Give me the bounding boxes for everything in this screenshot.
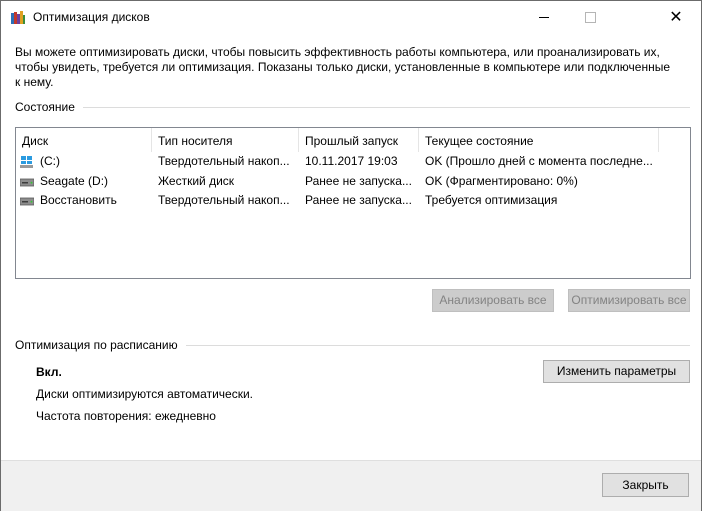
status-separator	[83, 107, 690, 108]
last-run: Ранее не запуска...	[305, 193, 412, 207]
schedule-section-label: Оптимизация по расписанию	[15, 338, 178, 352]
schedule-separator	[186, 345, 690, 346]
hard-drive-icon	[20, 178, 34, 187]
description-text: Вы можете оптимизировать диски, чтобы по…	[15, 45, 671, 89]
drive-row-recovery[interactable]: Восстановить Твердотельный накоп... Ране…	[16, 191, 690, 210]
drives-list[interactable]: Диск Тип носителя Прошлый запуск Текущее…	[15, 127, 691, 279]
media-type: Жесткий диск	[158, 174, 235, 188]
media-type: Твердотельный накоп...	[158, 154, 290, 168]
minimize-button[interactable]	[521, 1, 567, 33]
media-type: Твердотельный накоп...	[158, 193, 290, 207]
drive-name: (C:)	[40, 154, 60, 168]
column-header-drive[interactable]: Диск	[16, 128, 152, 152]
status-section-label: Состояние	[15, 100, 75, 114]
dialog-footer: Закрыть	[1, 460, 701, 511]
drive-name: Восстановить	[40, 193, 117, 207]
drive-row-d[interactable]: Seagate (D:) Жесткий диск Ранее не запус…	[16, 172, 690, 191]
close-icon: ✕	[669, 9, 683, 26]
hard-drive-icon	[20, 197, 34, 206]
last-run: Ранее не запуска...	[305, 174, 412, 188]
optimize-all-button[interactable]: Оптимизировать все	[568, 289, 690, 312]
schedule-status: Вкл.	[36, 365, 62, 379]
column-header-media-type[interactable]: Тип носителя	[152, 128, 299, 152]
drives-list-header: Диск Тип носителя Прошлый запуск Текущее…	[16, 128, 690, 152]
windows-drive-icon	[20, 156, 33, 168]
current-status: Требуется оптимизация	[425, 193, 558, 207]
drive-row-c[interactable]: (C:) Твердотельный накоп... 10.11.2017 1…	[16, 152, 690, 171]
minimize-icon	[539, 16, 549, 18]
last-run: 10.11.2017 19:03	[305, 154, 398, 168]
column-header-current-status[interactable]: Текущее состояние	[419, 128, 659, 152]
column-divider[interactable]	[658, 128, 659, 152]
drive-name: Seagate (D:)	[40, 174, 109, 188]
schedule-frequency: Частота повторения: ежедневно	[36, 409, 216, 423]
close-button[interactable]: Закрыть	[602, 473, 689, 497]
close-window-button[interactable]: ✕	[653, 1, 699, 33]
analyze-all-button[interactable]: Анализировать все	[432, 289, 554, 312]
schedule-auto-text: Диски оптимизируются автоматически.	[36, 387, 254, 401]
maximize-button[interactable]	[567, 1, 613, 33]
window-title: Оптимизация дисков	[33, 10, 150, 24]
optimize-drives-window: Оптимизация дисков ✕ Вы можете оптимизир…	[0, 0, 702, 511]
current-status: OK (Фрагментировано: 0%)	[425, 174, 578, 188]
maximize-icon	[584, 11, 596, 23]
current-status: OK (Прошло дней с момента последне...	[425, 154, 653, 168]
change-settings-button[interactable]: Изменить параметры	[543, 360, 690, 383]
defrag-app-icon	[11, 11, 25, 24]
column-header-last-run[interactable]: Прошлый запуск	[299, 128, 419, 152]
title-bar[interactable]: Оптимизация дисков ✕	[1, 1, 701, 33]
